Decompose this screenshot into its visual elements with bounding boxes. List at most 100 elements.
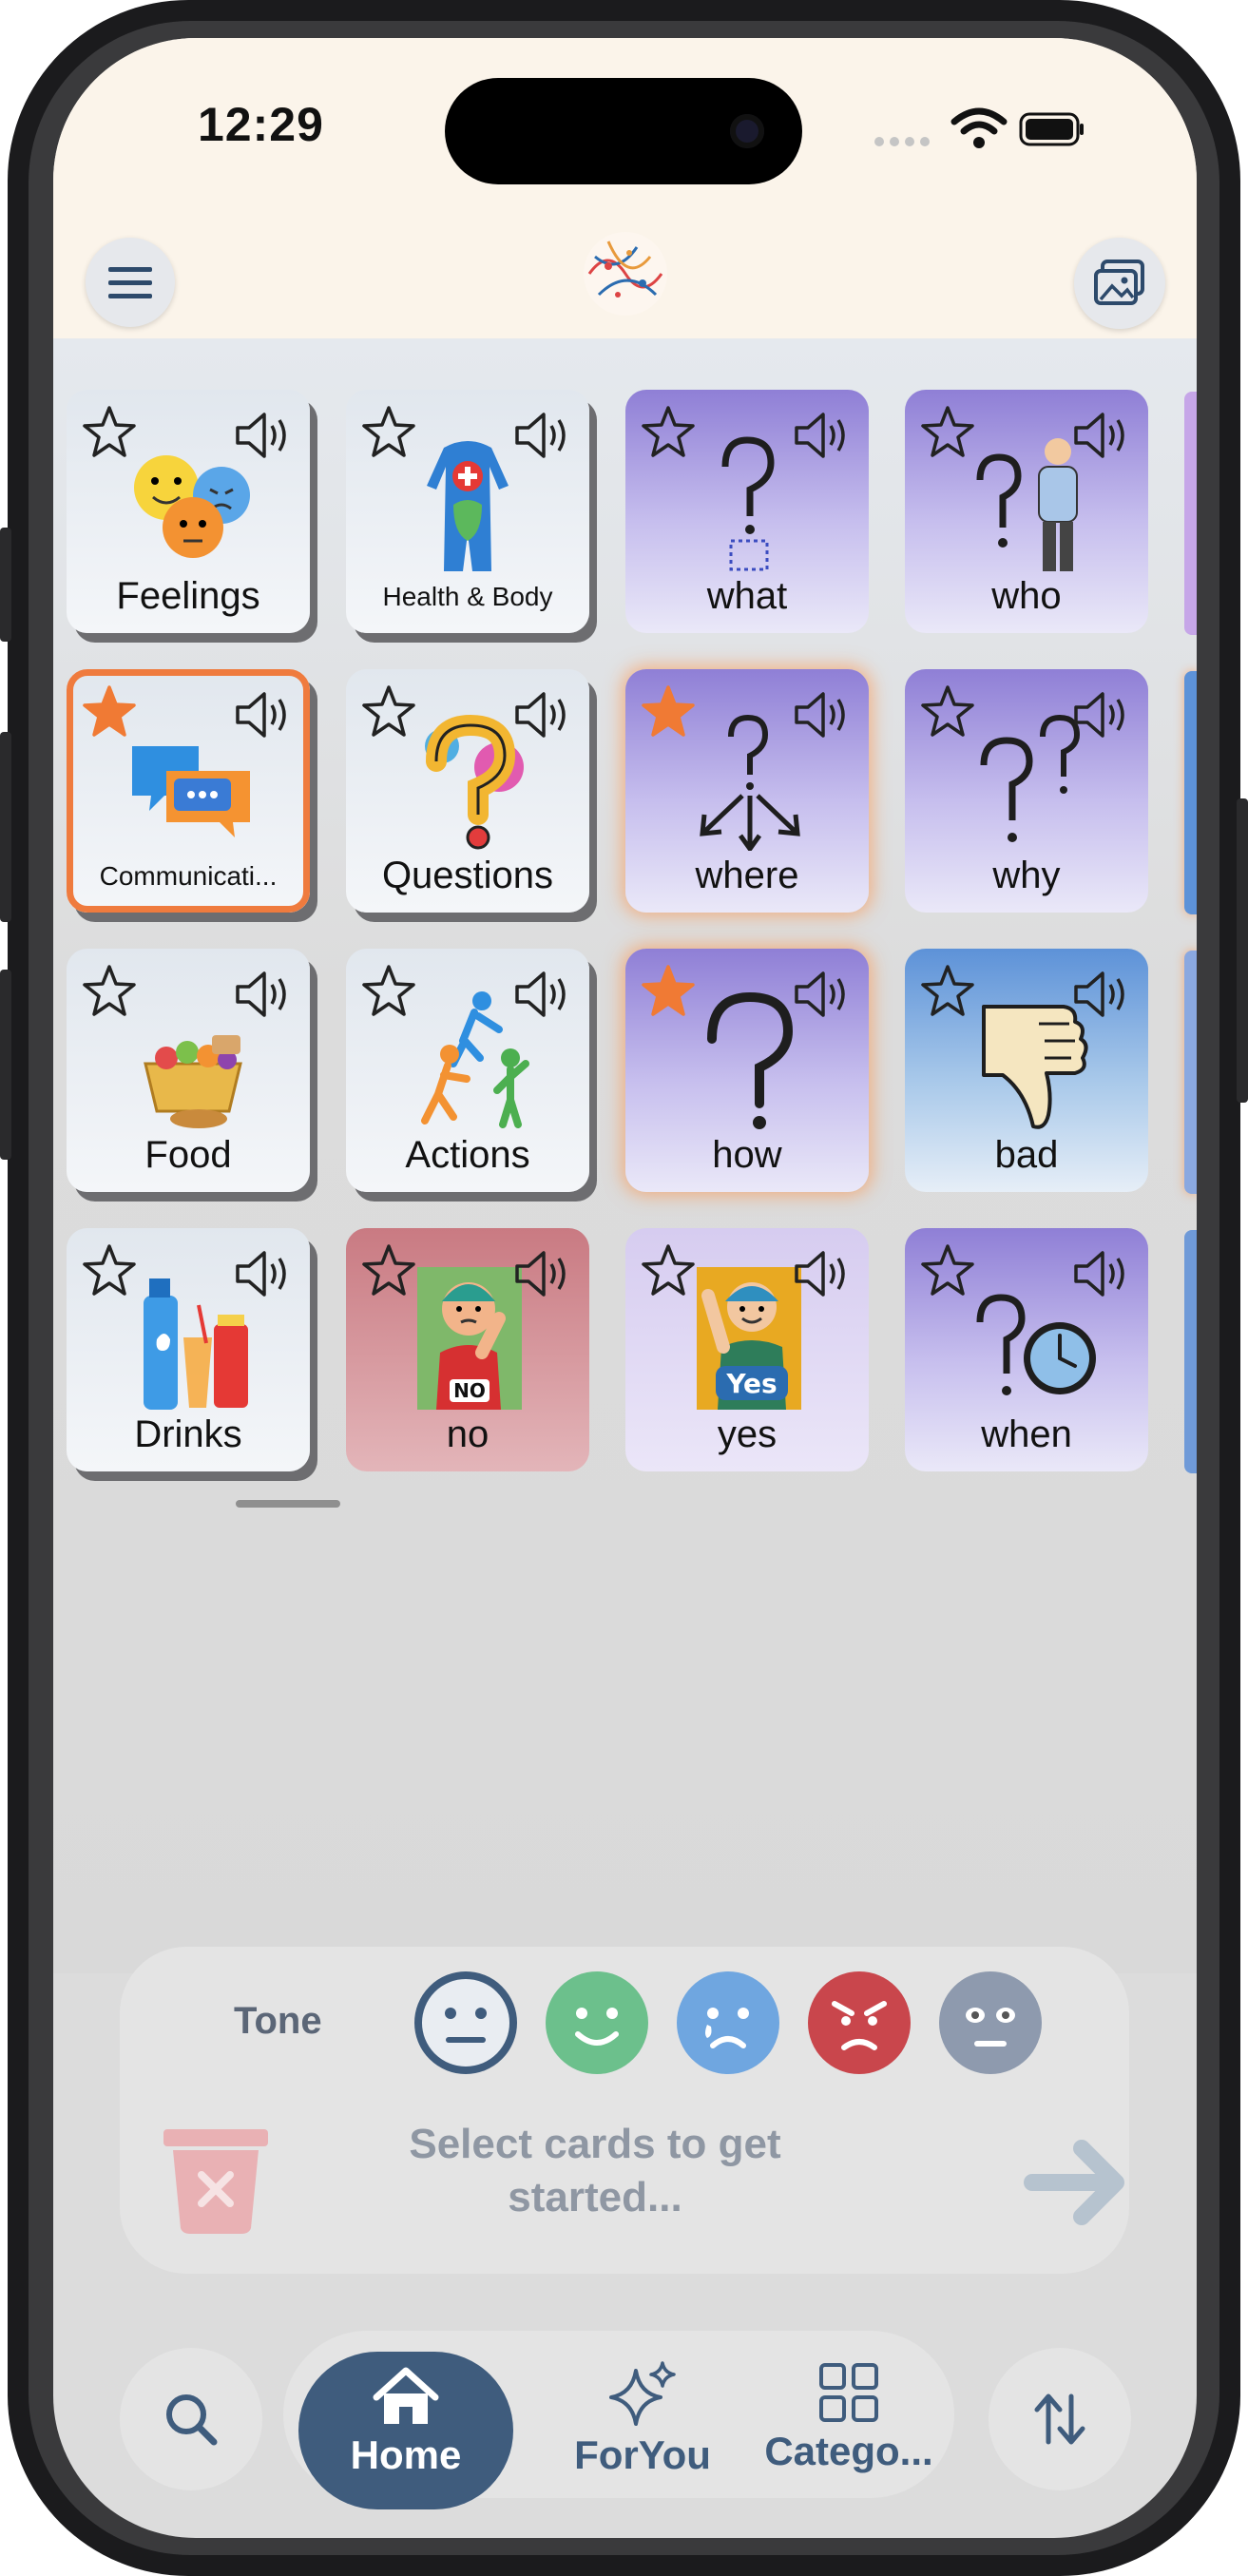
speaker-icon[interactable] [513, 970, 572, 1019]
speaker-icon[interactable] [513, 1249, 572, 1298]
card-edge [1184, 392, 1197, 635]
card-what[interactable]: what [625, 390, 869, 633]
sort-arrows-icon [1034, 2393, 1085, 2445]
speaker-icon[interactable] [793, 1249, 852, 1298]
tab-foryou[interactable]: ForYou [547, 2361, 738, 2478]
tab-home[interactable]: Home [298, 2352, 513, 2509]
sparkles-icon [609, 2361, 676, 2426]
card-label: bad [994, 1134, 1059, 1176]
card-label: Food [144, 1134, 232, 1176]
card-how[interactable]: how [625, 949, 869, 1192]
card-food[interactable]: Food [67, 949, 310, 1192]
star-icon[interactable] [641, 405, 696, 460]
search-icon [166, 2394, 218, 2446]
scroll-indicator[interactable] [236, 1500, 340, 1508]
card-actions[interactable]: Actions [346, 949, 589, 1192]
card-label: why [992, 855, 1061, 896]
gallery-icon [1094, 260, 1144, 305]
card-label: Health & Body [382, 582, 553, 611]
card-label: Feelings [116, 575, 260, 617]
app-screen: 12:29 Feelings Health & Body what who Co… [53, 38, 1197, 2538]
card-where[interactable]: where [625, 669, 869, 913]
trash-icon[interactable] [156, 2118, 276, 2238]
card-label: when [981, 1413, 1072, 1455]
star-icon[interactable] [920, 684, 975, 740]
card-questions[interactable]: Questions [346, 669, 589, 913]
tab-foryou-label: ForYou [574, 2432, 711, 2477]
angry-tone-icon[interactable] [806, 1970, 912, 2076]
tab-categories-label: Catego... [764, 2429, 933, 2473]
speaker-icon[interactable] [513, 411, 572, 460]
speaker-icon[interactable] [793, 411, 852, 460]
gallery-button[interactable] [1074, 238, 1165, 329]
speaker-icon[interactable] [234, 690, 293, 740]
menu-button[interactable] [86, 238, 175, 327]
star-icon[interactable] [920, 1243, 975, 1298]
surprised-tone-icon[interactable] [937, 1970, 1044, 2076]
card-yes[interactable]: Yes yes [625, 1228, 869, 1471]
star-icon[interactable] [82, 405, 137, 460]
star-icon[interactable] [641, 964, 696, 1019]
card-when[interactable]: when [905, 1228, 1148, 1471]
card-label: yes [717, 1413, 778, 1455]
card-label: Questions [381, 855, 554, 896]
tab-categories[interactable]: Catego... [749, 2361, 949, 2474]
speaker-icon[interactable] [1072, 411, 1131, 460]
power-button [1237, 798, 1248, 1103]
grid-icon [819, 2363, 878, 2422]
card-why[interactable]: why [905, 669, 1148, 913]
card-label: no [446, 1413, 490, 1455]
speaker-icon[interactable] [513, 690, 572, 740]
speaker-icon[interactable] [793, 970, 852, 1019]
speaker-icon[interactable] [1072, 970, 1131, 1019]
signal-icon [874, 137, 931, 146]
card-drinks[interactable]: Drinks [67, 1228, 310, 1471]
sad-tone-icon[interactable] [675, 1970, 781, 2076]
star-icon[interactable] [361, 684, 416, 740]
star-icon[interactable] [361, 405, 416, 460]
card-label: Communicati... [99, 861, 278, 891]
star-icon[interactable] [920, 405, 975, 460]
neutral-tone-icon[interactable] [413, 1970, 519, 2076]
volume-down-button [0, 970, 11, 1160]
star-icon[interactable] [82, 684, 137, 740]
speaker-icon[interactable] [793, 690, 852, 740]
sort-button[interactable] [989, 2348, 1131, 2490]
speaker-icon[interactable] [234, 970, 293, 1019]
status-time: 12:29 [198, 98, 324, 151]
top-bar: 12:29 [53, 38, 1197, 338]
battery-icon [1019, 112, 1084, 146]
star-icon[interactable] [920, 964, 975, 1019]
sentence-composer: Tone Select cards to get started... [120, 1947, 1129, 2274]
side-button [0, 528, 11, 642]
card-label: Drinks [134, 1413, 242, 1455]
search-button[interactable] [120, 2348, 262, 2490]
speaker-icon[interactable] [234, 1249, 293, 1298]
speaker-icon[interactable] [234, 411, 293, 460]
hamburger-icon [108, 267, 152, 298]
card-bad[interactable]: bad [905, 949, 1148, 1192]
star-icon[interactable] [641, 1243, 696, 1298]
happy-tone-icon[interactable] [544, 1970, 650, 2076]
speaker-icon[interactable] [1072, 1249, 1131, 1298]
star-icon[interactable] [361, 964, 416, 1019]
arrow-right-icon[interactable] [1023, 2125, 1137, 2240]
bottom-navigation: Home ForYou Catego... [53, 2300, 1197, 2538]
card-no[interactable]: NO no [346, 1228, 589, 1471]
card-health-body[interactable]: Health & Body [346, 390, 589, 633]
card-label: where [695, 855, 799, 896]
card-label: what [706, 575, 788, 617]
dynamic-island [445, 78, 802, 184]
star-icon[interactable] [82, 964, 137, 1019]
wifi-icon [950, 107, 1008, 148]
card-edge [1184, 1230, 1197, 1473]
tab-home-label: Home [350, 2432, 462, 2477]
card-feelings[interactable]: Feelings [67, 390, 310, 633]
star-icon[interactable] [361, 1243, 416, 1298]
card-who[interactable]: who [905, 390, 1148, 633]
star-icon[interactable] [82, 1243, 137, 1298]
speaker-icon[interactable] [1072, 690, 1131, 740]
card-communication[interactable]: Communicati... [67, 669, 310, 913]
star-icon[interactable] [641, 684, 696, 740]
card-label: how [712, 1134, 782, 1176]
